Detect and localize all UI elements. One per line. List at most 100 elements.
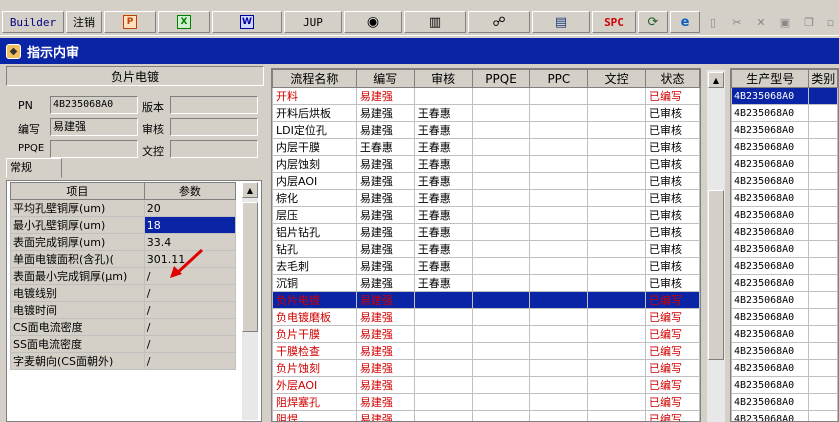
model-row[interactable]: 4B235068A0	[731, 291, 838, 309]
scroll-thumb[interactable]	[242, 202, 258, 332]
copy-button[interactable]: ❐	[798, 11, 820, 33]
params-row[interactable]: 电镀时间 /	[10, 301, 237, 319]
flow-header-cell[interactable]: PPQE	[471, 69, 531, 88]
new-doc-button[interactable]: ▯	[702, 11, 724, 33]
model-row[interactable]: 4B235068A0	[731, 223, 838, 241]
word-button[interactable]: W	[212, 11, 282, 33]
copy-icon: ❐	[804, 15, 814, 29]
save-button[interactable]: ▣	[774, 11, 796, 33]
flow-row[interactable]: 负电镀磨板 易建强 已编写	[272, 308, 700, 326]
flow-header-cell[interactable]: 文控	[587, 69, 647, 88]
view-button[interactable]: ◉	[344, 11, 402, 33]
flow-header-cell[interactable]: 审核	[413, 69, 473, 88]
flow-row[interactable]: 钻孔 易建强 王春惠 已审核	[272, 240, 700, 258]
version-field[interactable]	[170, 96, 258, 114]
param-value[interactable]: 20	[143, 199, 237, 217]
model-row[interactable]: 4B235068A0	[731, 410, 838, 421]
model-row[interactable]: 4B235068A0	[731, 189, 838, 207]
excel-button[interactable]: X	[158, 11, 210, 33]
param-value[interactable]: /	[143, 301, 237, 319]
more-button[interactable]: ▫	[822, 11, 839, 33]
flow-row[interactable]: 棕化 易建强 王春惠 已审核	[272, 189, 700, 207]
params-row[interactable]: 字麦朝向(CS面朝外) /	[10, 352, 237, 370]
params-header-item[interactable]: 项目	[10, 182, 145, 200]
logout-button[interactable]: 注销	[66, 11, 102, 33]
params-row[interactable]: SS面电流密度 /	[10, 335, 237, 353]
model-row[interactable]: 4B235068A0	[731, 393, 838, 411]
flow-row[interactable]: 阻焊塞孔 易建强 已编写	[272, 393, 700, 411]
database-button[interactable]: ▥	[404, 11, 466, 33]
spc-button[interactable]: SPC	[592, 11, 636, 33]
ie-button[interactable]: e	[670, 11, 700, 33]
params-row[interactable]: CS面电流密度 /	[10, 318, 237, 336]
model-row[interactable]: 4B235068A0	[731, 206, 838, 224]
params-scrollbar[interactable]: ▲	[242, 182, 258, 420]
network-button[interactable]: ☍	[468, 11, 530, 33]
jup-button[interactable]: JUP	[284, 11, 342, 33]
param-value[interactable]: /	[143, 335, 237, 353]
reviewer-field[interactable]	[170, 118, 258, 136]
param-value[interactable]: /	[143, 318, 237, 336]
flow-row[interactable]: 外层AOI 易建强 已编写	[272, 376, 700, 394]
scroll-up-icon[interactable]: ▲	[242, 182, 258, 198]
flow-header-cell[interactable]: PPC	[529, 69, 589, 88]
model-row[interactable]: 4B235068A0	[731, 257, 838, 275]
flow-row[interactable]: LDI定位孔 易建强 王春惠 已审核	[272, 121, 700, 139]
model-row[interactable]: 4B235068A0	[731, 274, 838, 292]
model-row[interactable]: 4B235068A0	[731, 138, 838, 156]
printer-button[interactable]: ▤	[532, 11, 590, 33]
param-value[interactable]: /	[143, 284, 237, 302]
flow-row[interactable]: 开料 易建强 已编写	[272, 87, 700, 105]
flow-row[interactable]: 层压 易建强 王春惠 已审核	[272, 206, 700, 224]
scroll-thumb[interactable]	[708, 190, 724, 360]
model-row[interactable]: 4B235068A0	[731, 87, 838, 105]
model-row[interactable]: 4B235068A0	[731, 308, 838, 326]
flow-row[interactable]: 负片电镀 易建强 已编写	[272, 291, 700, 309]
flow-row[interactable]: 内层蚀刻 易建强 王春惠 已审核	[272, 155, 700, 173]
refresh-button[interactable]: ⟳	[638, 11, 668, 33]
param-value[interactable]: /	[143, 352, 237, 370]
flow-cell: 王春惠	[413, 155, 473, 173]
model-row[interactable]: 4B235068A0	[731, 155, 838, 173]
flow-row[interactable]: 阻焊 易建强 已编写	[272, 410, 700, 421]
param-value[interactable]: 18	[143, 216, 237, 234]
flow-row[interactable]: 铝片钻孔 易建强 王春惠 已审核	[272, 223, 700, 241]
model-row[interactable]: 4B235068A0	[731, 376, 838, 394]
flow-header-cell[interactable]: 编写	[355, 69, 415, 88]
model-header[interactable]: 生产型号	[731, 69, 810, 88]
flow-cell: 易建强	[355, 189, 415, 207]
model-row[interactable]: 4B235068A0	[731, 342, 838, 360]
pn-field[interactable]: 4B235068A0	[50, 96, 138, 114]
flow-row[interactable]: 内层干膜 王春惠 王春惠 已审核	[272, 138, 700, 156]
delete-button[interactable]: ✕	[750, 11, 772, 33]
ppt-button[interactable]: P	[104, 11, 156, 33]
model-row[interactable]: 4B235068A0	[731, 172, 838, 190]
flow-header-cell[interactable]: 状态	[645, 69, 700, 88]
flow-row[interactable]: 沉铜 易建强 王春惠 已审核	[272, 274, 700, 292]
doc-control-field[interactable]	[170, 140, 258, 158]
params-row[interactable]: 最小孔壁铜厚(um) 18	[10, 216, 237, 234]
flow-row[interactable]: 去毛刺 易建强 王春惠 已审核	[272, 257, 700, 275]
cut-button[interactable]: ✂	[726, 11, 748, 33]
params-row[interactable]: 电镀线别 /	[10, 284, 237, 302]
flow-row[interactable]: 干膜检查 易建强 已编写	[272, 342, 700, 360]
model-row[interactable]: 4B235068A0	[731, 359, 838, 377]
flow-row[interactable]: 内层AOI 易建强 王春惠 已审核	[272, 172, 700, 190]
scroll-up-icon[interactable]: ▲	[708, 72, 724, 88]
model-row[interactable]: 4B235068A0	[731, 325, 838, 343]
category-header[interactable]: 类别	[808, 69, 838, 88]
params-row[interactable]: 平均孔壁铜厚(um) 20	[10, 199, 237, 217]
flow-header-cell[interactable]: 流程名称	[272, 69, 357, 88]
params-header-value[interactable]: 参数	[143, 182, 237, 200]
flow-row[interactable]: 开料后烘板 易建强 王春惠 已审核	[272, 104, 700, 122]
flow-scrollbar[interactable]: ▲	[707, 70, 725, 422]
builder-button[interactable]: Builder	[2, 11, 64, 33]
model-row[interactable]: 4B235068A0	[731, 121, 838, 139]
model-row[interactable]: 4B235068A0	[731, 240, 838, 258]
flow-row[interactable]: 负片干膜 易建强 已编写	[272, 325, 700, 343]
author-field[interactable]: 易建强	[50, 118, 138, 136]
flow-row[interactable]: 负片蚀刻 易建强 已编写	[272, 359, 700, 377]
tab-general[interactable]: 常规	[6, 158, 62, 178]
model-row[interactable]: 4B235068A0	[731, 104, 838, 122]
ppqe-field[interactable]	[50, 140, 138, 158]
